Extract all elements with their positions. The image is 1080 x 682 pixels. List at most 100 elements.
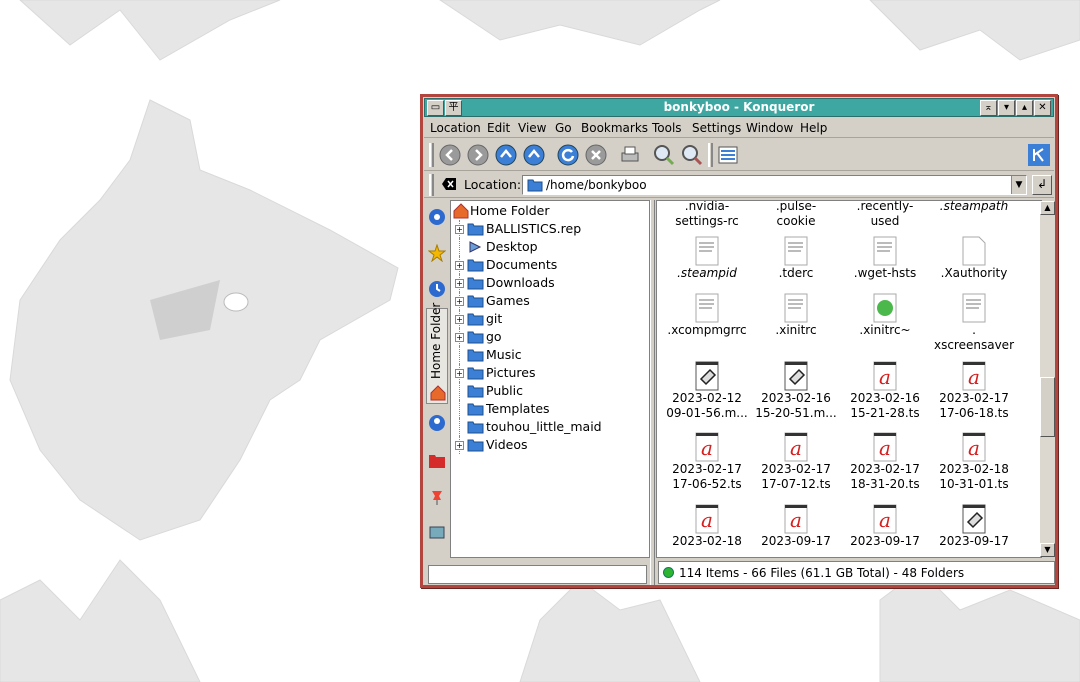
- folder-icon: [467, 331, 484, 344]
- file-item[interactable]: .Xauthority: [929, 236, 1019, 281]
- panel-splitter[interactable]: [650, 200, 655, 585]
- location-input[interactable]: /home/bonkyboo ▼: [522, 175, 1027, 195]
- konqueror-logo-icon[interactable]: [1028, 144, 1050, 166]
- scroll-up-button[interactable]: ▲: [1040, 201, 1055, 215]
- file-item[interactable]: .recently- used: [840, 201, 930, 229]
- tree-item[interactable]: + Pictures: [451, 364, 649, 382]
- video-file-icon: [962, 504, 986, 534]
- file-item[interactable]: a 2023-02-17 17-06-18.ts: [929, 361, 1019, 421]
- home-up-icon[interactable]: [522, 143, 546, 167]
- locbar-handle[interactable]: [429, 174, 434, 196]
- tree-root-row[interactable]: Home Folder: [451, 202, 649, 220]
- file-item[interactable]: a 2023-02-17 17-06-52.ts: [662, 432, 752, 492]
- clear-location-icon[interactable]: [441, 177, 457, 191]
- menu-view[interactable]: View: [518, 121, 546, 135]
- network-icon[interactable]: [428, 208, 446, 226]
- file-item[interactable]: a 2023-02-18 10-31-01.ts: [929, 432, 1019, 492]
- expand-toggle[interactable]: +: [455, 333, 464, 342]
- file-item[interactable]: .xcompmgrrc: [662, 293, 752, 338]
- expand-toggle[interactable]: +: [455, 279, 464, 288]
- menu-go[interactable]: Go: [555, 121, 572, 135]
- go-button[interactable]: ↲: [1032, 175, 1052, 195]
- tree-item[interactable]: Desktop: [451, 238, 649, 256]
- menu-edit[interactable]: Edit: [487, 121, 510, 135]
- file-item[interactable]: .pulse- cookie: [751, 201, 841, 229]
- toolbar-handle[interactable]: [429, 143, 434, 167]
- folder-icon: [467, 385, 484, 398]
- tree-item[interactable]: + go: [451, 328, 649, 346]
- expand-toggle[interactable]: +: [455, 315, 464, 324]
- menu-bookmarks[interactable]: Bookmarks: [581, 121, 648, 135]
- file-item[interactable]: 2023-09-17: [929, 504, 1019, 549]
- menu-help[interactable]: Help: [800, 121, 827, 135]
- file-item[interactable]: .nvidia- settings-rc: [662, 201, 752, 229]
- scroll-thumb[interactable]: [1040, 377, 1055, 437]
- tree-item[interactable]: touhou_little_maid: [451, 418, 649, 436]
- shade-button[interactable]: ⌅: [980, 100, 997, 116]
- root-folder-icon[interactable]: [428, 452, 446, 470]
- expand-toggle[interactable]: +: [455, 261, 464, 270]
- zoom-in-icon[interactable]: [652, 143, 676, 167]
- sidebar-tab-home[interactable]: Home Folder: [426, 303, 448, 404]
- forward-icon[interactable]: [466, 143, 490, 167]
- file-item[interactable]: .tderc: [751, 236, 841, 281]
- expand-toggle[interactable]: +: [455, 369, 464, 378]
- zoom-out-icon[interactable]: [680, 143, 704, 167]
- bookmarks-star-icon[interactable]: [428, 244, 446, 262]
- up-icon[interactable]: [494, 143, 518, 167]
- services-icon[interactable]: [428, 414, 446, 432]
- expand-toggle[interactable]: +: [455, 225, 464, 234]
- menu-settings[interactable]: Settings: [692, 121, 741, 135]
- file-item[interactable]: a 2023-02-18: [662, 504, 752, 549]
- avi-file-icon: a: [784, 432, 808, 462]
- minimize-button[interactable]: ▾: [998, 100, 1015, 116]
- expand-toggle[interactable]: +: [455, 297, 464, 306]
- menu-tools[interactable]: Tools: [652, 121, 682, 135]
- media-device-icon[interactable]: [428, 524, 446, 542]
- tree-item[interactable]: Templates: [451, 400, 649, 418]
- reload-icon[interactable]: [556, 143, 580, 167]
- maximize-button[interactable]: ▴: [1016, 100, 1033, 116]
- tree-item[interactable]: + BALLISTICS.rep: [451, 220, 649, 238]
- stop-icon[interactable]: [584, 143, 608, 167]
- file-item[interactable]: a 2023-09-17: [840, 504, 930, 549]
- file-item[interactable]: a 2023-02-16 15-21-28.ts: [840, 361, 930, 421]
- file-item-label: 2023-02-16 15-20-51.m...: [755, 391, 837, 420]
- close-button[interactable]: ✕: [1034, 100, 1051, 116]
- menu-location[interactable]: Location: [430, 121, 481, 135]
- file-item-label: 2023-02-18: [672, 534, 742, 548]
- file-item[interactable]: .steampath: [929, 201, 1019, 214]
- file-item-label: 2023-02-17 18-31-20.ts: [850, 462, 920, 491]
- file-item[interactable]: .wget-hsts: [840, 236, 930, 281]
- sidebar-status: [428, 565, 647, 584]
- tree-item-label: Desktop: [486, 239, 538, 254]
- tree-item[interactable]: + git: [451, 310, 649, 328]
- back-icon[interactable]: [438, 143, 462, 167]
- file-item[interactable]: .xinitrc: [751, 293, 841, 338]
- icon-view[interactable]: .nvidia- settings-rc .pulse- cookie .recen…: [656, 200, 1042, 558]
- scroll-down-button[interactable]: ▼: [1040, 543, 1055, 557]
- menu-window[interactable]: Window: [746, 121, 793, 135]
- expand-toggle[interactable]: +: [455, 441, 464, 450]
- tree-item[interactable]: + Documents: [451, 256, 649, 274]
- location-dropdown-button[interactable]: ▼: [1011, 176, 1026, 194]
- vertical-scrollbar[interactable]: ▲ ▼: [1040, 201, 1055, 557]
- special-pin-icon[interactable]: [428, 488, 446, 506]
- file-item[interactable]: a 2023-09-17: [751, 504, 841, 549]
- file-item[interactable]: 2023-02-12 09-01-56.m...: [662, 361, 752, 421]
- file-item[interactable]: a 2023-02-17 18-31-20.ts: [840, 432, 930, 492]
- tree-item[interactable]: + Videos: [451, 436, 649, 454]
- file-item[interactable]: .steampid: [662, 236, 752, 281]
- file-item[interactable]: . xscreensaver: [929, 293, 1019, 353]
- print-icon[interactable]: [618, 143, 642, 167]
- tree-item[interactable]: Public: [451, 382, 649, 400]
- tree-item[interactable]: + Downloads: [451, 274, 649, 292]
- file-item[interactable]: .xinitrc~: [840, 293, 930, 338]
- tree-item[interactable]: + Games: [451, 292, 649, 310]
- file-item[interactable]: 2023-02-16 15-20-51.m...: [751, 361, 841, 421]
- file-item[interactable]: a 2023-02-17 17-07-12.ts: [751, 432, 841, 492]
- tree-item[interactable]: Music: [451, 346, 649, 364]
- view-mode-icon[interactable]: [716, 143, 740, 167]
- title-bar[interactable]: ▭ 平 bonkyboo - Konqueror ⌅ ▾ ▴ ✕: [424, 98, 1054, 117]
- folder-tree[interactable]: Home Folder + BALLISTICS.rep Desktop + Docum…: [450, 200, 650, 558]
